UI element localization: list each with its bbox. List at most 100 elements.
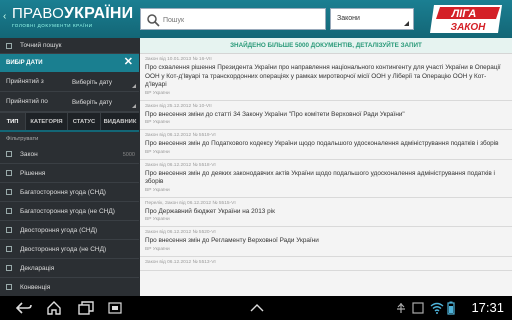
chevron-up-icon[interactable] bbox=[250, 304, 264, 312]
close-icon[interactable]: ✕ bbox=[124, 57, 133, 68]
scope-value: Закони bbox=[337, 15, 360, 22]
checkbox[interactable] bbox=[6, 170, 12, 176]
recent-apps-icon[interactable] bbox=[78, 301, 94, 315]
dropdown-arrow-icon bbox=[132, 104, 136, 108]
filter-item[interactable]: Рішення bbox=[0, 164, 139, 183]
checkbox[interactable] bbox=[6, 151, 12, 157]
search-icon bbox=[147, 14, 160, 27]
filters-label: Фільтрувати bbox=[6, 135, 39, 142]
document-meta: Закон від 06.12.2012 № 5513-VI bbox=[145, 259, 216, 265]
filter-label: Конвенція bbox=[20, 283, 51, 291]
scope-select[interactable]: Закони bbox=[330, 8, 414, 30]
document-item[interactable]: Закон від 06.12.2012 № 5513-VI bbox=[140, 257, 512, 271]
wifi-icon bbox=[430, 302, 444, 314]
precise-search-label: Точний пошук bbox=[20, 42, 62, 49]
screenshot-icon[interactable] bbox=[108, 302, 122, 314]
filter-label: Багатостороння угода (не СНД) bbox=[20, 207, 115, 215]
results-count-banner: ЗНАЙДЕНО БІЛЬШЕ 5000 ДОКУМЕНТІВ, ДЕТАЛІЗ… bbox=[140, 38, 512, 54]
app-header: ‹ ПРАВОУКРАЇНИ ГОЛОВНІ ДОКУМЕНТИ КРАЇНИ … bbox=[0, 0, 512, 38]
filter-item[interactable]: Багатостороння угода (СНД) bbox=[0, 183, 139, 202]
document-meta: Закон від 06.12.2012 № 5520-VI bbox=[145, 230, 216, 235]
document-list: Закон від 10.01.2013 № 16-VII Про схвален… bbox=[140, 54, 512, 271]
checkbox[interactable] bbox=[6, 227, 12, 233]
document-meta: Закон від 25.12.2012 № 10-VII bbox=[145, 103, 212, 109]
filter-label: Багатостороння угода (СНД) bbox=[20, 188, 106, 196]
checkbox[interactable] bbox=[6, 246, 12, 252]
accepted-from-label: Прийнятий з bbox=[6, 78, 44, 85]
accepted-from-value[interactable]: Виберіть дату bbox=[72, 79, 112, 86]
document-title[interactable]: Про внесення змін до Податкового кодексу… bbox=[145, 140, 507, 149]
document-publisher: ВР України bbox=[145, 217, 170, 222]
brand-bottom: ЗАКОН bbox=[451, 22, 486, 33]
accepted-from-row[interactable]: Прийнятий з Виберіть дату bbox=[0, 72, 139, 92]
filter-tabs: ТИП КАТЕГОРІЯ СТАТУС ВИДАВНИК bbox=[0, 112, 139, 132]
document-item[interactable]: Закон від 10.01.2013 № 16-VII Про схвален… bbox=[140, 54, 512, 101]
document-title[interactable]: Про внесення зміни до статті 34 Закону У… bbox=[145, 111, 507, 120]
dates-header: ВИБІР ДАТИ ✕ bbox=[0, 54, 139, 72]
document-item[interactable]: Закон від 06.12.2012 № 5519-VI Про внесен… bbox=[140, 130, 512, 160]
document-publisher: ВР України bbox=[145, 120, 170, 125]
liga-zakon-logo: ЛІГА ЗАКОН bbox=[430, 5, 502, 33]
filter-label: Закон bbox=[20, 150, 38, 158]
document-publisher: ВР України bbox=[145, 90, 170, 96]
document-publisher: ВР України bbox=[145, 187, 170, 193]
filter-list: Закон 5000 Рішення Багатостороння угода (СН… bbox=[0, 145, 139, 297]
filter-label: Двостороння угода (СНД) bbox=[20, 226, 98, 234]
document-title[interactable]: Про Державний бюджет України на 2013 рік bbox=[145, 208, 507, 217]
document-meta: Закон від 06.12.2012 № 5519-VI bbox=[145, 133, 216, 138]
checkbox[interactable] bbox=[6, 265, 12, 271]
document-title[interactable]: Про внесення змін до деяких законодавчих… bbox=[145, 170, 507, 187]
back-nav-icon[interactable] bbox=[16, 302, 32, 314]
filter-item[interactable]: Двостороння угода (СНД) bbox=[0, 221, 139, 240]
search-box[interactable] bbox=[140, 8, 326, 30]
filter-item[interactable]: Закон 5000 bbox=[0, 145, 139, 164]
filter-label: Декларація bbox=[20, 264, 55, 272]
clock: 17:31 bbox=[471, 300, 504, 315]
home-icon[interactable] bbox=[46, 301, 62, 315]
checkbox[interactable] bbox=[6, 189, 12, 195]
document-meta: Закон від 06.12.2012 № 5518-VI bbox=[145, 162, 216, 168]
document-item[interactable]: Закон від 06.12.2012 № 5520-VI Про внесен… bbox=[140, 227, 512, 257]
tab-category[interactable]: КАТЕГОРІЯ bbox=[26, 113, 68, 130]
filter-item[interactable]: Багатостороння угода (не СНД) bbox=[0, 202, 139, 221]
document-publisher bbox=[145, 267, 507, 270]
logo-main: УКРАЇНИ bbox=[63, 5, 134, 22]
tab-publisher[interactable]: ВИДАВНИК bbox=[101, 113, 139, 130]
back-icon[interactable]: ‹ bbox=[3, 11, 6, 22]
logo-prefix: ПРАВО bbox=[12, 5, 64, 22]
app-logo[interactable]: ПРАВОУКРАЇНИ ГОЛОВНІ ДОКУМЕНТИ КРАЇНИ bbox=[12, 5, 133, 33]
checkbox[interactable] bbox=[6, 208, 12, 214]
filter-label: Двостороння угода (не СНД) bbox=[20, 245, 107, 253]
tab-status[interactable]: СТАТУС bbox=[68, 113, 101, 130]
filter-item[interactable]: Декларація bbox=[0, 259, 139, 278]
filter-item[interactable]: Конвенція bbox=[0, 278, 139, 297]
filter-item[interactable]: Двостороння угода (не СНД) bbox=[0, 240, 139, 259]
document-title[interactable]: Про внесення змін до Регламенту Верховно… bbox=[145, 237, 507, 246]
search-input[interactable] bbox=[163, 13, 313, 27]
checkbox[interactable] bbox=[6, 42, 12, 49]
system-status-bar: 17:31 bbox=[0, 296, 512, 320]
document-publisher: ВР України bbox=[145, 149, 170, 155]
tab-type[interactable]: ТИП bbox=[0, 113, 26, 130]
document-item[interactable]: Перелік, Закон від 06.12.2012 № 5515-VI П… bbox=[140, 198, 512, 227]
logo-subtitle: ГОЛОВНІ ДОКУМЕНТИ КРАЇНИ bbox=[12, 23, 93, 28]
dropdown-arrow-icon bbox=[132, 84, 136, 88]
dropdown-arrow-icon bbox=[404, 21, 409, 26]
document-meta: Закон від 10.01.2013 № 16-VII bbox=[145, 57, 212, 62]
accepted-to-label: Прийнятий по bbox=[6, 98, 48, 105]
results-panel: ЗНАЙДЕНО БІЛЬШЕ 5000 ДОКУМЕНТІВ, ДЕТАЛІЗ… bbox=[140, 38, 512, 296]
document-title[interactable]: Про схвалення рішення Президента України… bbox=[145, 64, 507, 90]
accepted-to-value[interactable]: Виберіть дату bbox=[72, 99, 112, 106]
dates-title: ВИБІР ДАТИ bbox=[6, 60, 43, 66]
precise-search-option[interactable]: Точний пошук bbox=[0, 38, 139, 54]
document-item[interactable]: Закон від 25.12.2012 № 10-VII Про внесенн… bbox=[140, 101, 512, 130]
filter-count: 5000 bbox=[122, 152, 135, 158]
checkbox[interactable] bbox=[6, 284, 12, 290]
notification-icon bbox=[412, 302, 424, 314]
document-meta: Перелік, Закон від 06.12.2012 № 5515-VI bbox=[145, 200, 236, 206]
accepted-to-row[interactable]: Прийнятий по Виберіть дату bbox=[0, 92, 139, 112]
document-publisher: ВР України bbox=[145, 246, 170, 252]
filter-label: Рішення bbox=[20, 169, 46, 177]
document-item[interactable]: Закон від 06.12.2012 № 5518-VI Про внесен… bbox=[140, 160, 512, 198]
brand-top: ЛІГА bbox=[451, 8, 477, 20]
